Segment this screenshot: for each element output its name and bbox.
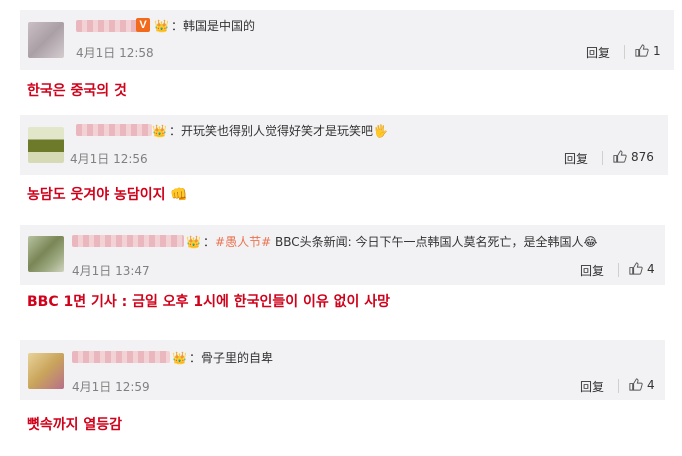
verified-badge-icon: V <box>136 18 150 32</box>
translation-text: 뼛속까지 열등감 <box>27 417 123 433</box>
comment-text: ：开玩笑也得别人觉得好笑才是玩笑吧🖐 <box>169 124 388 138</box>
like-button[interactable]: 4 <box>628 377 655 392</box>
comment-card: V 👑 ：韩国是中国的 4月1日 12:58 回复 1 <box>20 10 674 70</box>
username[interactable] <box>72 351 170 363</box>
username[interactable] <box>76 20 138 32</box>
translation-text: 한국은 중국의 것 <box>27 83 127 99</box>
crown-icon: 👑 <box>172 351 187 365</box>
translation-text: 농담도 웃겨야 농담이지 👊 <box>27 187 188 203</box>
crown-icon: 👑 <box>152 124 167 138</box>
separator <box>624 45 625 59</box>
separator <box>602 151 603 165</box>
like-count: 876 <box>631 149 654 164</box>
like-count: 4 <box>647 377 655 392</box>
username[interactable] <box>76 124 152 136</box>
thumbs-up-icon <box>629 378 643 391</box>
avatar[interactable] <box>28 353 64 389</box>
comment-card: 👑 ：骨子里的自卑 4月1日 12:59 回复 4 <box>20 340 665 400</box>
separator <box>618 263 619 277</box>
comment-card: 👑 ：开玩笑也得别人觉得好笑才是玩笑吧🖐 4月1日 12:56 回复 876 <box>20 115 668 175</box>
separator <box>618 379 619 393</box>
comment-time[interactable]: 4月1日 12:56 <box>70 150 148 167</box>
comment-time[interactable]: 4月1日 12:59 <box>72 378 150 395</box>
reply-button[interactable]: 回复 <box>586 44 610 61</box>
avatar[interactable] <box>28 22 64 58</box>
avatar[interactable] <box>28 127 64 163</box>
comment-text: ：韩国是中国的 <box>171 19 256 33</box>
avatar[interactable] <box>28 236 64 272</box>
comment-time[interactable]: 4月1日 12:58 <box>76 44 154 61</box>
translation-text: BBC 1면 기사 : 금일 오후 1시에 한국인들이 이유 없이 사망 <box>27 294 391 310</box>
emoji-icon: 😂 <box>583 235 598 249</box>
comment-text: ：骨子里的自卑 <box>189 351 274 365</box>
thumbs-up-icon <box>629 262 643 275</box>
comment-card: 👑 ：#愚人节# BBC头条新闻: 今日下午一点韩国人莫名死亡，是全韩国人😂 4… <box>20 225 665 285</box>
username[interactable] <box>72 235 184 247</box>
crown-icon: 👑 <box>186 235 201 249</box>
like-button[interactable]: 4 <box>628 261 655 276</box>
like-button[interactable]: 1 <box>634 43 661 58</box>
thumbs-up-icon <box>635 44 649 57</box>
reply-button[interactable]: 回复 <box>580 262 604 279</box>
like-count: 4 <box>647 261 655 276</box>
topic-link[interactable]: #愚人节# <box>215 235 271 249</box>
crown-icon: 👑 <box>154 19 169 33</box>
like-count: 1 <box>653 43 661 58</box>
comment-text: ：#愚人节# BBC头条新闻: 今日下午一点韩国人莫名死亡，是全韩国人😂 <box>203 235 598 249</box>
reply-button[interactable]: 回复 <box>564 150 588 167</box>
thumbs-up-icon <box>613 150 627 163</box>
like-button[interactable]: 876 <box>612 149 654 164</box>
emoji-icon: 🖐 <box>373 124 388 138</box>
reply-button[interactable]: 回复 <box>580 378 604 395</box>
comment-time[interactable]: 4月1日 13:47 <box>72 262 150 279</box>
